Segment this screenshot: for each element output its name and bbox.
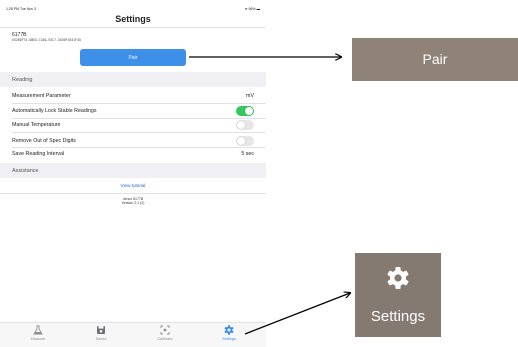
settings-callout-label: Settings bbox=[370, 308, 426, 325]
gear-icon bbox=[387, 267, 409, 289]
settings-callout: Settings bbox=[355, 253, 441, 337]
pair-callout: Pair bbox=[352, 38, 518, 81]
arrow-to-settings-callout bbox=[244, 293, 350, 335]
